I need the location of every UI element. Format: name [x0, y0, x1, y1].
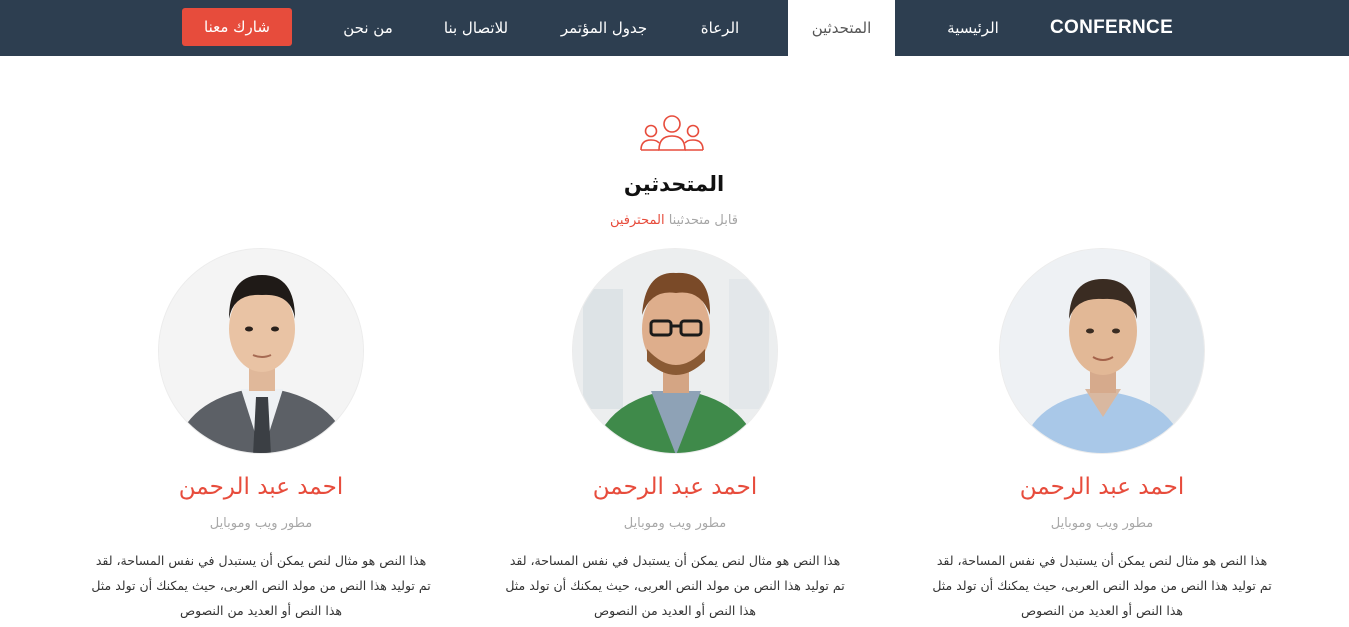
speaker-photo — [999, 248, 1205, 454]
brand-logo[interactable]: CONFERNCE — [1050, 0, 1173, 56]
speaker-name[interactable]: احمد عبد الرحمن — [485, 474, 865, 500]
subtitle-prefix: قابل متحدثينا — [668, 213, 739, 228]
section-title: المتحدثين — [623, 172, 725, 196]
nav-item-about[interactable]: من نحن — [328, 0, 408, 56]
speaker-name[interactable]: احمد عبد الرحمن — [71, 474, 451, 500]
nav-item-contact[interactable]: للاتصال بنا — [428, 0, 524, 56]
speaker-bio: هذا النص هو مثال لنص يمكن أن يستبدل في ن… — [91, 553, 431, 618]
top-navbar: CONFERNCE الرئيسية المتحدثين الرعاة جدول… — [0, 0, 1349, 56]
speaker-role: مطور ويب وموبايل — [1050, 516, 1154, 531]
speaker-role: مطور ويب وموبايل — [209, 516, 313, 531]
nav-item-home[interactable]: الرئيسية — [928, 0, 1018, 56]
speaker-photo — [158, 248, 364, 454]
speaker-name[interactable]: احمد عبد الرحمن — [912, 474, 1292, 500]
speaker-card: احمد عبد الرحمن مطور ويب وموبايل هذا الن… — [485, 248, 865, 627]
speaker-bio: هذا النص هو مثال لنص يمكن أن يستبدل في ن… — [505, 553, 845, 618]
speaker-bio: هذا النص هو مثال لنص يمكن أن يستبدل في ن… — [932, 553, 1272, 618]
join-us-button[interactable]: شارك معنا — [182, 8, 292, 46]
speaker-card: احمد عبد الرحمن مطور ويب وموبايل هذا الن… — [71, 248, 451, 627]
nav-item-sponsors[interactable]: الرعاة — [684, 0, 756, 56]
section-subtitle: قابل متحدثينا المحترفين — [474, 213, 874, 228]
nav-item-speakers[interactable]: المتحدثين — [788, 0, 895, 56]
speaker-photo — [572, 248, 778, 454]
subtitle-highlight: المحترفين — [609, 213, 665, 228]
nav-item-schedule[interactable]: جدول المؤتمر — [544, 0, 664, 56]
speaker-card: احمد عبد الرحمن مطور ويب وموبايل هذا الن… — [912, 248, 1292, 627]
speaker-role: مطور ويب وموبايل — [623, 516, 727, 531]
users-icon — [637, 114, 707, 154]
